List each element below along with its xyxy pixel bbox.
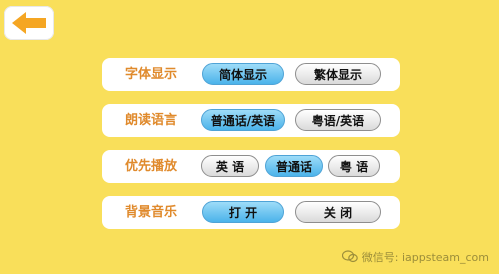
- cantonese-english-button[interactable]: 粤语/英语: [295, 109, 381, 131]
- arrow-left-icon: [12, 12, 46, 34]
- setting-row-font-display: 字体显示 简体显示 繁体显示: [102, 58, 400, 91]
- cantonese-button[interactable]: 粤 语: [328, 155, 380, 177]
- watermark-text: 微信号: iappsteam_com: [361, 251, 489, 264]
- simplified-display-button[interactable]: 简体显示: [202, 63, 284, 85]
- setting-row-priority-playback: 优先播放 英 语 普通话 粤 语: [102, 150, 400, 183]
- back-button[interactable]: [4, 6, 54, 40]
- music-off-button[interactable]: 关 闭: [295, 201, 381, 223]
- row-label: 背景音乐: [124, 205, 177, 220]
- setting-row-reading-language: 朗读语言 普通话/英语 粤语/英语: [102, 104, 400, 137]
- english-button[interactable]: 英 语: [201, 155, 259, 177]
- mandarin-english-button[interactable]: 普通话/英语: [201, 109, 285, 131]
- row-label: 优先播放: [124, 159, 177, 174]
- setting-row-background-music: 背景音乐 打 开 关 闭: [102, 196, 400, 229]
- row-label: 字体显示: [124, 67, 177, 82]
- music-on-button[interactable]: 打 开: [202, 201, 284, 223]
- row-label: 朗读语言: [124, 113, 177, 128]
- watermark: 微信号: iappsteam_com: [341, 249, 489, 266]
- traditional-display-button[interactable]: 繁体显示: [295, 63, 381, 85]
- wechat-icon: [341, 250, 358, 266]
- mandarin-button[interactable]: 普通话: [265, 155, 323, 177]
